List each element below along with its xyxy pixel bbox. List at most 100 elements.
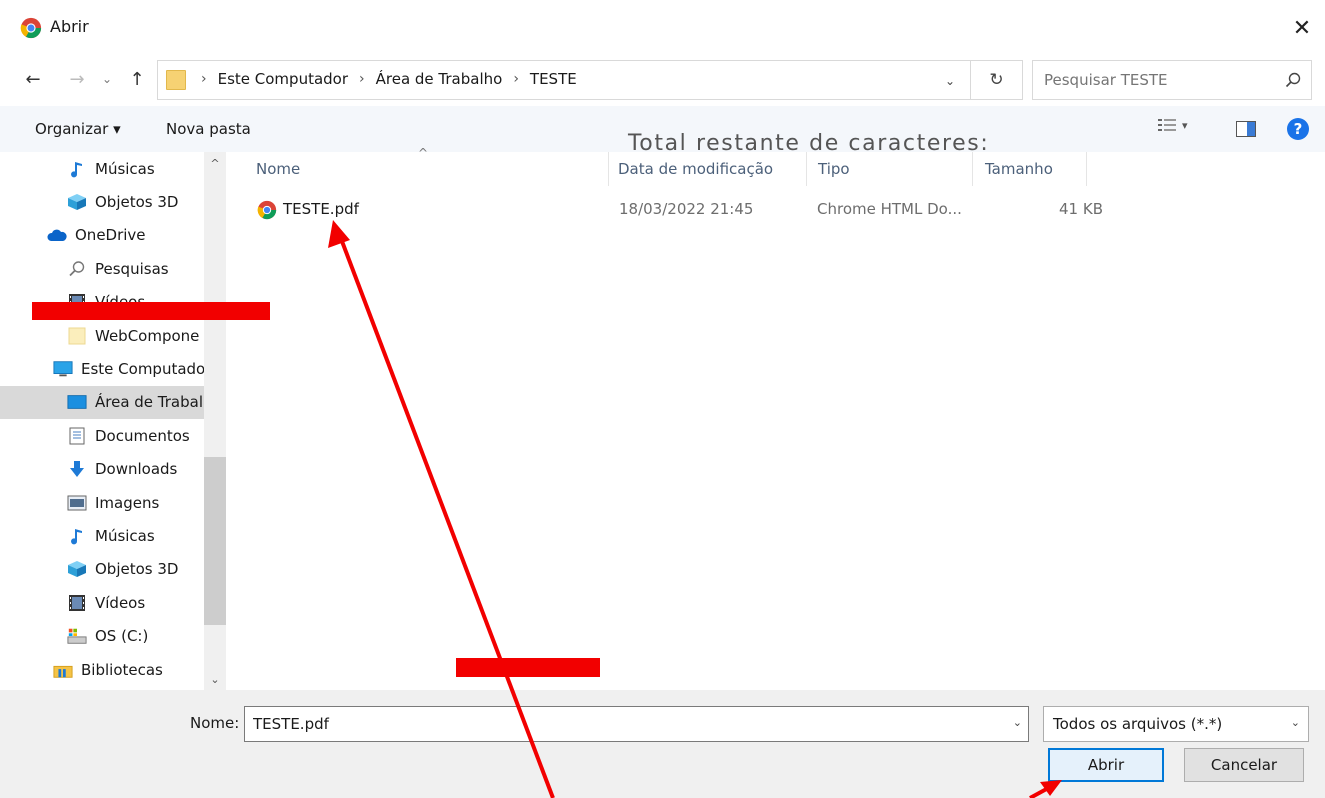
file-row[interactable]: TESTE.pdf 18/03/2022 21:45 Chrome HTML D… xyxy=(253,195,1133,225)
column-divider[interactable] xyxy=(1086,152,1087,186)
sidebar-item-label: Bibliotecas xyxy=(81,660,163,679)
open-file-dialog: Abrir ✕ ← → ⌄ ↑ › Este Computador › Área… xyxy=(0,0,1325,798)
column-header-name[interactable]: Nome xyxy=(256,152,300,186)
file-list: Nome ^ Data de modificação Tipo Tamanho … xyxy=(228,146,1325,690)
sidebar-item[interactable]: Bibliotecas xyxy=(0,653,204,686)
film-icon xyxy=(67,593,87,613)
sort-ascending-icon: ^ xyxy=(418,146,429,160)
scroll-thumb[interactable] xyxy=(204,457,226,625)
column-divider[interactable] xyxy=(972,152,973,186)
arrow-left-icon: ← xyxy=(25,68,41,90)
arrow-right-icon: → xyxy=(69,68,85,90)
file-name-input[interactable] xyxy=(245,707,995,741)
file-type-select[interactable]: Todos os arquivos (*.*) ⌄ xyxy=(1043,706,1309,742)
chevron-down-icon: ⌄ xyxy=(210,672,220,686)
sidebar-item[interactable]: Objetos 3D xyxy=(0,553,204,586)
file-name: TESTE.pdf xyxy=(283,200,359,218)
breadcrumb-separator-icon: › xyxy=(513,71,519,87)
forward-button[interactable]: → xyxy=(64,64,90,94)
cube-icon xyxy=(67,192,87,212)
organize-button[interactable]: Organizar ▾ xyxy=(35,120,121,138)
new-folder-button[interactable]: Nova pasta xyxy=(166,120,251,138)
sidebar-item[interactable]: OneDrive xyxy=(0,219,204,252)
close-button[interactable]: ✕ xyxy=(1279,8,1325,48)
sidebar-item[interactable]: Área de Trabalh xyxy=(0,385,204,419)
file-name-combobox[interactable]: ⌄ xyxy=(244,706,1029,742)
column-header-label: Tamanho xyxy=(985,160,1053,178)
sidebar-item-label: Músicas xyxy=(95,159,155,178)
music-icon xyxy=(67,526,87,546)
breadcrumb-item-computer[interactable]: Este Computador xyxy=(218,70,348,88)
music-icon xyxy=(67,159,87,179)
column-header-size[interactable]: Tamanho xyxy=(985,152,1053,186)
column-header-label: Data de modificação xyxy=(618,160,774,178)
file-type-value: Todos os arquivos (*.*) xyxy=(1053,715,1223,733)
navigation-row: ← → ⌄ ↑ › Este Computador › Área de Trab… xyxy=(0,58,1325,100)
column-header-label: Tipo xyxy=(818,160,850,178)
cancel-button[interactable]: Cancelar xyxy=(1184,748,1304,782)
redaction-bar xyxy=(456,658,600,677)
document-icon xyxy=(67,426,87,446)
scroll-up-button[interactable]: ^ xyxy=(204,152,226,174)
address-bar[interactable]: › Este Computador › Área de Trabalho › T… xyxy=(157,60,1023,100)
sidebar-item[interactable]: Este Computado xyxy=(0,352,204,385)
back-button[interactable]: ← xyxy=(20,64,46,94)
sidebar-item[interactable]: Pesquisas xyxy=(0,252,204,285)
help-icon[interactable]: ? xyxy=(1287,118,1309,140)
title-bar: Abrir ✕ xyxy=(0,0,1325,58)
folder-icon xyxy=(67,326,87,346)
sidebar-item[interactable]: Vídeos xyxy=(0,586,204,619)
sidebar-item-label: Músicas xyxy=(95,526,155,545)
sidebar-item-label: Pesquisas xyxy=(95,259,169,278)
cloud-icon xyxy=(47,225,67,245)
breadcrumb-separator-icon: › xyxy=(359,71,365,87)
sidebar-item[interactable]: OS (C:) xyxy=(0,620,204,653)
library-icon xyxy=(53,660,73,680)
refresh-button[interactable]: ↻ xyxy=(970,61,1022,99)
sidebar-item-label: Downloads xyxy=(95,460,178,479)
breadcrumb: › Este Computador › Área de Trabalho › T… xyxy=(190,70,577,88)
navigation-scrollbar[interactable]: ^ ⌄ xyxy=(204,152,226,690)
breadcrumb-item-desktop[interactable]: Área de Trabalho xyxy=(376,70,503,88)
sidebar-item[interactable]: Documentos xyxy=(0,419,204,452)
column-divider[interactable] xyxy=(806,152,807,186)
address-dropdown-button[interactable]: ⌄ xyxy=(938,69,962,93)
column-divider[interactable] xyxy=(608,152,609,186)
chevron-down-icon[interactable]: ⌄ xyxy=(1013,716,1022,729)
search-icon xyxy=(1285,72,1301,88)
sidebar-item[interactable]: WebCompone xyxy=(0,319,204,352)
breadcrumb-item-teste[interactable]: TESTE xyxy=(530,70,577,88)
refresh-icon: ↻ xyxy=(989,70,1004,90)
breadcrumb-separator-icon: › xyxy=(201,71,207,87)
file-type: Chrome HTML Do... xyxy=(817,200,962,218)
change-view-button[interactable]: ▾ xyxy=(1158,118,1188,132)
desktop-icon xyxy=(67,392,87,412)
arrow-up-icon: ↑ xyxy=(129,68,145,90)
image-icon xyxy=(67,493,87,513)
column-header-date[interactable]: Data de modificação xyxy=(618,152,773,186)
sidebar-item[interactable]: Objetos 3D xyxy=(0,185,204,218)
chevron-down-icon: ▾ xyxy=(1182,118,1188,132)
column-header-type[interactable]: Tipo xyxy=(818,152,850,186)
file-date: 18/03/2022 21:45 xyxy=(619,200,754,218)
window-title: Abrir xyxy=(50,17,89,36)
preview-pane-button[interactable] xyxy=(1236,121,1256,137)
recent-locations-button[interactable]: ⌄ xyxy=(98,64,116,94)
command-bar: Organizar ▾ Nova pasta Total restante de… xyxy=(0,106,1325,156)
drive-icon xyxy=(67,626,87,646)
sidebar-item[interactable]: Músicas xyxy=(0,519,204,552)
up-button[interactable]: ↑ xyxy=(124,64,150,94)
scroll-down-button[interactable]: ⌄ xyxy=(204,668,226,690)
sidebar-item[interactable]: Downloads xyxy=(0,453,204,486)
file-name-label: Nome: xyxy=(190,714,240,732)
close-icon: ✕ xyxy=(1292,15,1312,41)
chevron-down-icon: ⌄ xyxy=(1290,716,1300,729)
sidebar-item-label: Vídeos xyxy=(95,593,146,612)
search-box[interactable] xyxy=(1032,60,1312,100)
sidebar-item[interactable]: Músicas xyxy=(0,152,204,185)
open-button[interactable]: Abrir xyxy=(1048,748,1164,782)
chevron-down-icon: ⌄ xyxy=(944,74,956,88)
chevron-down-icon: ⌄ xyxy=(101,72,113,86)
sidebar-item[interactable]: Imagens xyxy=(0,486,204,519)
search-input[interactable] xyxy=(1033,61,1273,99)
